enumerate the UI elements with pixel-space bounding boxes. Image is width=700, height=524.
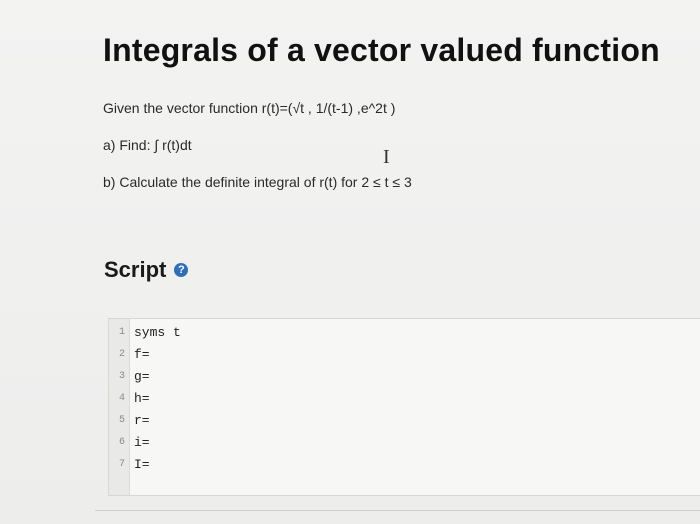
script-heading: Script ? xyxy=(104,257,189,283)
line-number: 1 xyxy=(118,326,125,338)
code-text[interactable]: I= xyxy=(134,457,150,472)
code-line[interactable]: 7 I= xyxy=(109,453,150,475)
line-number: 7 xyxy=(118,458,125,470)
line-number: 5 xyxy=(118,414,125,426)
line-number: 6 xyxy=(118,436,125,448)
question-part-b: b) Calculate the definite integral of r(… xyxy=(103,174,412,190)
code-text[interactable]: i= xyxy=(134,435,150,450)
code-line[interactable]: 5 r= xyxy=(109,409,150,431)
code-text[interactable]: h= xyxy=(134,391,150,406)
script-editor[interactable]: 1 syms t 2 f= 3 g= 4 h= 5 r= 6 i= 7 I= xyxy=(108,318,700,496)
page-title: Integrals of a vector valued function xyxy=(103,32,660,68)
divider xyxy=(95,510,700,511)
text-cursor-icon: I xyxy=(383,146,390,168)
assignment-panel: Integrals of a vector valued function Gi… xyxy=(0,0,700,524)
code-line[interactable]: 3 g= xyxy=(109,365,150,387)
question-part-a: a) Find: ∫ r(t)dt xyxy=(103,137,192,153)
line-number: 2 xyxy=(118,348,125,360)
code-text[interactable]: f= xyxy=(134,347,150,362)
help-icon[interactable]: ? xyxy=(174,263,189,277)
line-number: 4 xyxy=(118,392,125,404)
script-heading-label: Script xyxy=(104,257,167,282)
code-line[interactable]: 4 h= xyxy=(109,387,150,409)
code-text[interactable]: syms t xyxy=(134,325,181,340)
code-text[interactable]: g= xyxy=(134,369,150,384)
code-line[interactable]: 6 i= xyxy=(109,431,150,453)
question-intro: Given the vector function r(t)=(√t , 1/(… xyxy=(103,100,396,116)
code-line[interactable]: 2 f= xyxy=(109,343,150,365)
code-line[interactable]: 1 syms t xyxy=(109,321,181,343)
line-number: 3 xyxy=(118,370,125,382)
code-text[interactable]: r= xyxy=(134,413,150,428)
